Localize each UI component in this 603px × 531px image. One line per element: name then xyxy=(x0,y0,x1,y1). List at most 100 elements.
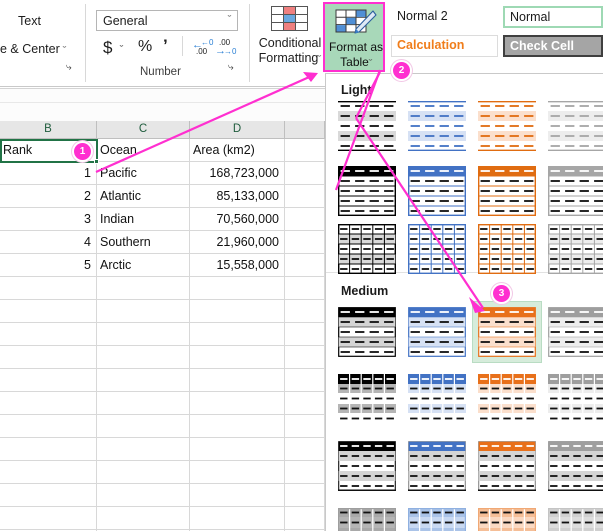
empty-cell[interactable] xyxy=(190,461,285,484)
cell-e5[interactable] xyxy=(285,231,325,254)
empty-cell[interactable] xyxy=(97,392,190,415)
empty-cell[interactable] xyxy=(285,277,325,300)
column-header-b[interactable]: B xyxy=(0,121,97,139)
empty-cell[interactable] xyxy=(97,323,190,346)
table-style-thumbnail-medium-4-3[interactable] xyxy=(478,508,536,531)
empty-cell[interactable] xyxy=(190,369,285,392)
empty-cell[interactable] xyxy=(0,507,97,530)
cell-c2[interactable]: Pacific xyxy=(97,162,190,185)
empty-cell[interactable] xyxy=(285,507,325,530)
empty-cell[interactable] xyxy=(0,346,97,369)
empty-cell[interactable] xyxy=(97,300,190,323)
empty-cell[interactable] xyxy=(285,461,325,484)
cell-e4[interactable] xyxy=(285,208,325,231)
wrap-text-label[interactable]: Text xyxy=(18,14,41,28)
cell-d5[interactable]: 21,960,000 xyxy=(190,231,285,254)
cell-d6[interactable]: 15,558,000 xyxy=(190,254,285,277)
table-style-thumbnail-light-3-4[interactable] xyxy=(547,223,603,274)
cell-c4[interactable]: Indian xyxy=(97,208,190,231)
empty-cell[interactable] xyxy=(285,484,325,507)
table-style-thumbnail-medium-2-4[interactable] xyxy=(548,374,603,424)
fill-handle[interactable] xyxy=(94,159,99,164)
table-style-thumbnail-medium-2-2[interactable] xyxy=(408,374,466,424)
empty-cell[interactable] xyxy=(190,507,285,530)
empty-cell[interactable] xyxy=(0,369,97,392)
empty-cell[interactable] xyxy=(190,438,285,461)
cell-c6[interactable]: Arctic xyxy=(97,254,190,277)
table-style-thumbnail-medium-3-4[interactable] xyxy=(548,441,603,491)
cell-style-check-cell[interactable]: Check Cell xyxy=(503,35,603,57)
table-style-thumbnail-light-3-2[interactable] xyxy=(407,223,466,274)
cell-d2[interactable]: 168,723,000 xyxy=(190,162,285,185)
empty-cell[interactable] xyxy=(0,392,97,415)
table-style-thumbnail-medium-1-4[interactable] xyxy=(548,307,603,357)
cell-d3[interactable]: 85,133,000 xyxy=(190,185,285,208)
empty-cell[interactable] xyxy=(285,415,325,438)
table-style-thumbnail-light-2-4[interactable] xyxy=(547,165,603,216)
table-style-thumbnail-light-1-4[interactable] xyxy=(548,100,603,151)
cell-e6[interactable] xyxy=(285,254,325,277)
empty-cell[interactable] xyxy=(190,323,285,346)
cell-c-ocean[interactable]: Ocean xyxy=(97,139,190,162)
table-style-thumbnail-light-1-1[interactable] xyxy=(338,100,396,151)
table-style-thumbnail-medium-1-1[interactable] xyxy=(338,307,396,357)
table-style-thumbnail-light-2-1[interactable] xyxy=(337,165,396,216)
column-header-d[interactable]: D xyxy=(190,121,285,139)
cell-e2[interactable] xyxy=(285,162,325,185)
cell-d4[interactable]: 70,560,000 xyxy=(190,208,285,231)
empty-cell[interactable] xyxy=(190,300,285,323)
table-style-thumbnail-medium-3-2[interactable] xyxy=(408,441,466,491)
empty-cell[interactable] xyxy=(97,507,190,530)
alignment-dialog-launcher[interactable]: ⤷ xyxy=(66,62,72,73)
cell-style-calculation[interactable]: Calculation xyxy=(391,35,498,57)
comma-format-button[interactable]: ’ xyxy=(163,36,168,56)
empty-cell[interactable] xyxy=(190,392,285,415)
empty-cell[interactable] xyxy=(190,415,285,438)
empty-cell[interactable] xyxy=(285,323,325,346)
cell-b2[interactable]: 1 xyxy=(0,162,97,185)
empty-cell[interactable] xyxy=(0,484,97,507)
empty-cell[interactable] xyxy=(190,277,285,300)
empty-cell[interactable] xyxy=(97,461,190,484)
empty-cell[interactable] xyxy=(97,484,190,507)
empty-cell[interactable] xyxy=(97,346,190,369)
table-style-thumbnail-light-3-3[interactable] xyxy=(477,223,536,274)
table-style-thumbnail-medium-2-1[interactable] xyxy=(338,374,396,424)
table-style-thumbnail-medium-2-3[interactable] xyxy=(478,374,536,424)
empty-cell[interactable] xyxy=(0,415,97,438)
table-style-thumbnail-light-1-2[interactable] xyxy=(408,100,466,151)
table-style-thumbnail-medium-3-1[interactable] xyxy=(338,441,396,491)
cell-b4[interactable]: 3 xyxy=(0,208,97,231)
cell-e-blank[interactable] xyxy=(285,139,325,162)
table-style-thumbnail-medium-1-3[interactable] xyxy=(478,307,536,357)
table-style-thumbnail-medium-4-2[interactable] xyxy=(408,508,466,531)
formula-bar-area[interactable] xyxy=(0,88,325,122)
empty-cell[interactable] xyxy=(285,300,325,323)
empty-cell[interactable] xyxy=(0,323,97,346)
cell-c5[interactable]: Southern xyxy=(97,231,190,254)
empty-cell[interactable] xyxy=(97,277,190,300)
table-style-thumbnail-light-2-3[interactable] xyxy=(477,165,536,216)
table-style-thumbnail-medium-4-4[interactable] xyxy=(548,508,603,531)
cell-style-normal-2[interactable]: Normal 2 xyxy=(391,6,498,28)
table-style-thumbnail-light-2-2[interactable] xyxy=(407,165,466,216)
conditional-formatting-button[interactable]: Conditional Formattingˇ xyxy=(254,36,326,67)
cell-b6[interactable]: 5 xyxy=(0,254,97,277)
empty-cell[interactable] xyxy=(285,392,325,415)
cell-style-normal[interactable]: Normal xyxy=(503,6,603,28)
table-style-thumbnail-medium-1-2[interactable] xyxy=(408,307,466,357)
chevron-down-icon[interactable]: ˇ xyxy=(120,44,124,54)
cell-b3[interactable]: 2 xyxy=(0,185,97,208)
cell-b5[interactable]: 4 xyxy=(0,231,97,254)
cell-d-area[interactable]: Area (km2) xyxy=(190,139,285,162)
table-style-thumbnail-light-1-3[interactable] xyxy=(478,100,536,151)
empty-cell[interactable] xyxy=(0,300,97,323)
number-format-select[interactable]: General ˇ xyxy=(96,10,238,31)
table-style-gallery[interactable]: Light Medium xyxy=(325,73,603,531)
table-style-thumbnail-light-3-1[interactable] xyxy=(337,223,396,274)
empty-cell[interactable] xyxy=(0,438,97,461)
empty-cell[interactable] xyxy=(97,438,190,461)
cell-e3[interactable] xyxy=(285,185,325,208)
accounting-format-button[interactable]: $ xyxy=(103,38,112,58)
empty-cell[interactable] xyxy=(190,346,285,369)
